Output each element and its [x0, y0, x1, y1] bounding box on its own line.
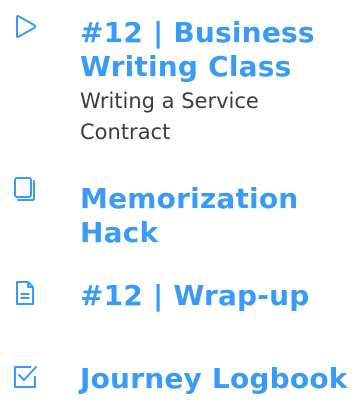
- play-icon: [12, 14, 38, 40]
- list-item-journey-logbook[interactable]: Journey Logbook: [0, 352, 355, 403]
- item-title: Journey Logbook: [80, 362, 348, 395]
- item-title: #12 | Wrap-up: [80, 279, 310, 312]
- item-title: Memorization Hack: [80, 182, 299, 249]
- list-item-memorization-hack[interactable]: Memorization Hack: [0, 170, 355, 260]
- document-icon: [12, 280, 38, 306]
- list-item-wrap-up[interactable]: #12 | Wrap-up: [0, 272, 355, 332]
- item-subtitle: Writing a Service Contract: [80, 89, 259, 144]
- list-item-business-writing-class[interactable]: #12 | Business Writing Class Writing a S…: [0, 0, 355, 170]
- checkbox-icon: [12, 364, 38, 390]
- stack-icon: [12, 176, 38, 202]
- item-title: #12 | Business Writing Class: [80, 16, 315, 83]
